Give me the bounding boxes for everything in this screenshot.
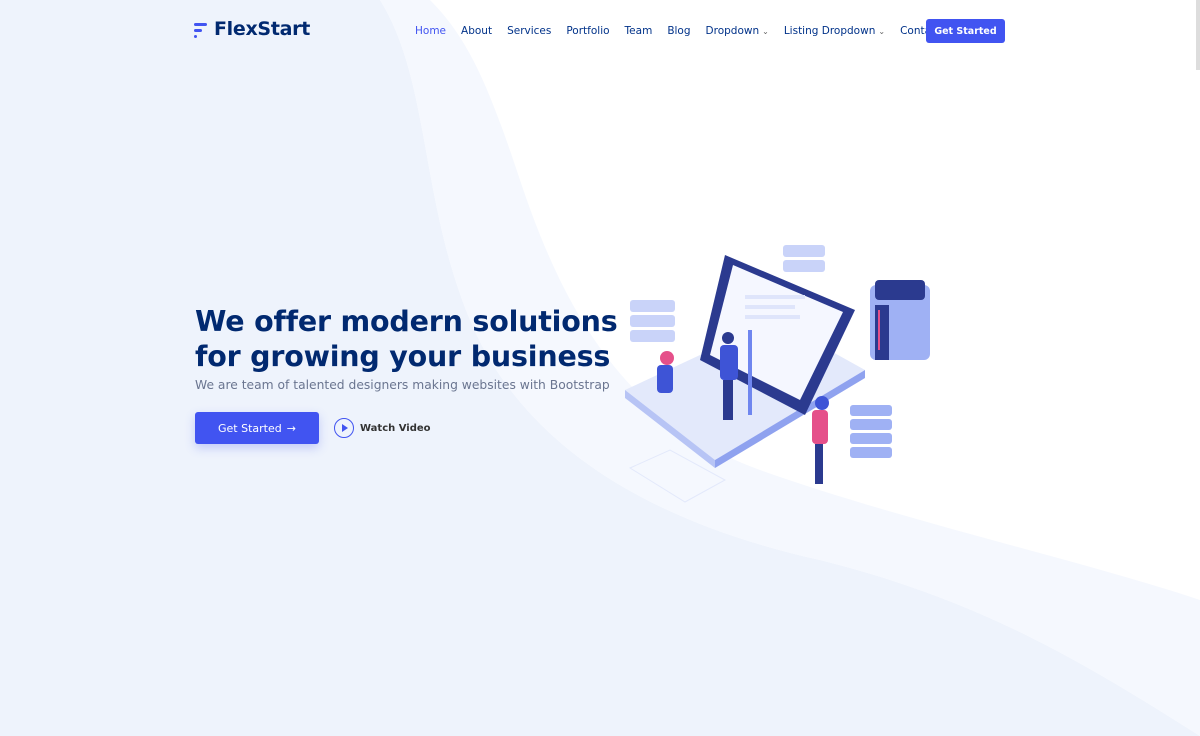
hero-title-line1: We offer modern solutions bbox=[195, 305, 618, 338]
logo-text: FlexStart bbox=[214, 18, 310, 40]
header-get-started-button[interactable]: Get Started bbox=[926, 19, 1005, 43]
hero-subtitle: We are team of talented designers making… bbox=[195, 378, 610, 392]
nav-about[interactable]: About bbox=[461, 25, 492, 37]
nav-listing-dropdown[interactable]: Listing Dropdown ⌄ bbox=[784, 25, 885, 37]
nav-team[interactable]: Team bbox=[625, 25, 653, 37]
scrollbar[interactable] bbox=[1196, 0, 1200, 70]
watch-video-label: Watch Video bbox=[360, 422, 431, 434]
hero-title: We offer modern solutions for growing you… bbox=[195, 304, 618, 374]
logo[interactable]: FlexStart bbox=[194, 18, 310, 40]
nav-listing-dropdown-label: Listing Dropdown bbox=[783, 25, 876, 37]
nav-home[interactable]: Home bbox=[415, 25, 446, 37]
hero-title-line2: for growing your business bbox=[195, 340, 611, 373]
nav-dropdown-label: Dropdown bbox=[705, 25, 760, 37]
hero-section: We offer modern solutions for growing you… bbox=[195, 304, 618, 444]
arrow-right-icon: → bbox=[286, 421, 296, 435]
main-nav: Home About Services Portfolio Team Blog … bbox=[415, 19, 956, 43]
site-header: FlexStart Home About Services Portfolio … bbox=[0, 0, 1200, 70]
chevron-down-icon: ⌄ bbox=[762, 27, 769, 36]
nav-portfolio[interactable]: Portfolio bbox=[566, 25, 609, 37]
nav-blog[interactable]: Blog bbox=[667, 25, 690, 37]
get-started-label: Get Started bbox=[218, 421, 282, 435]
nav-services[interactable]: Services bbox=[507, 25, 551, 37]
nav-dropdown[interactable]: Dropdown ⌄ bbox=[706, 25, 769, 37]
play-circle-icon bbox=[334, 418, 354, 438]
logo-icon bbox=[194, 20, 208, 38]
chevron-down-icon: ⌄ bbox=[878, 27, 886, 36]
hero-illustration bbox=[625, 245, 930, 503]
watch-video-button[interactable]: Watch Video bbox=[334, 418, 431, 438]
get-started-button[interactable]: Get Started → bbox=[195, 412, 319, 444]
